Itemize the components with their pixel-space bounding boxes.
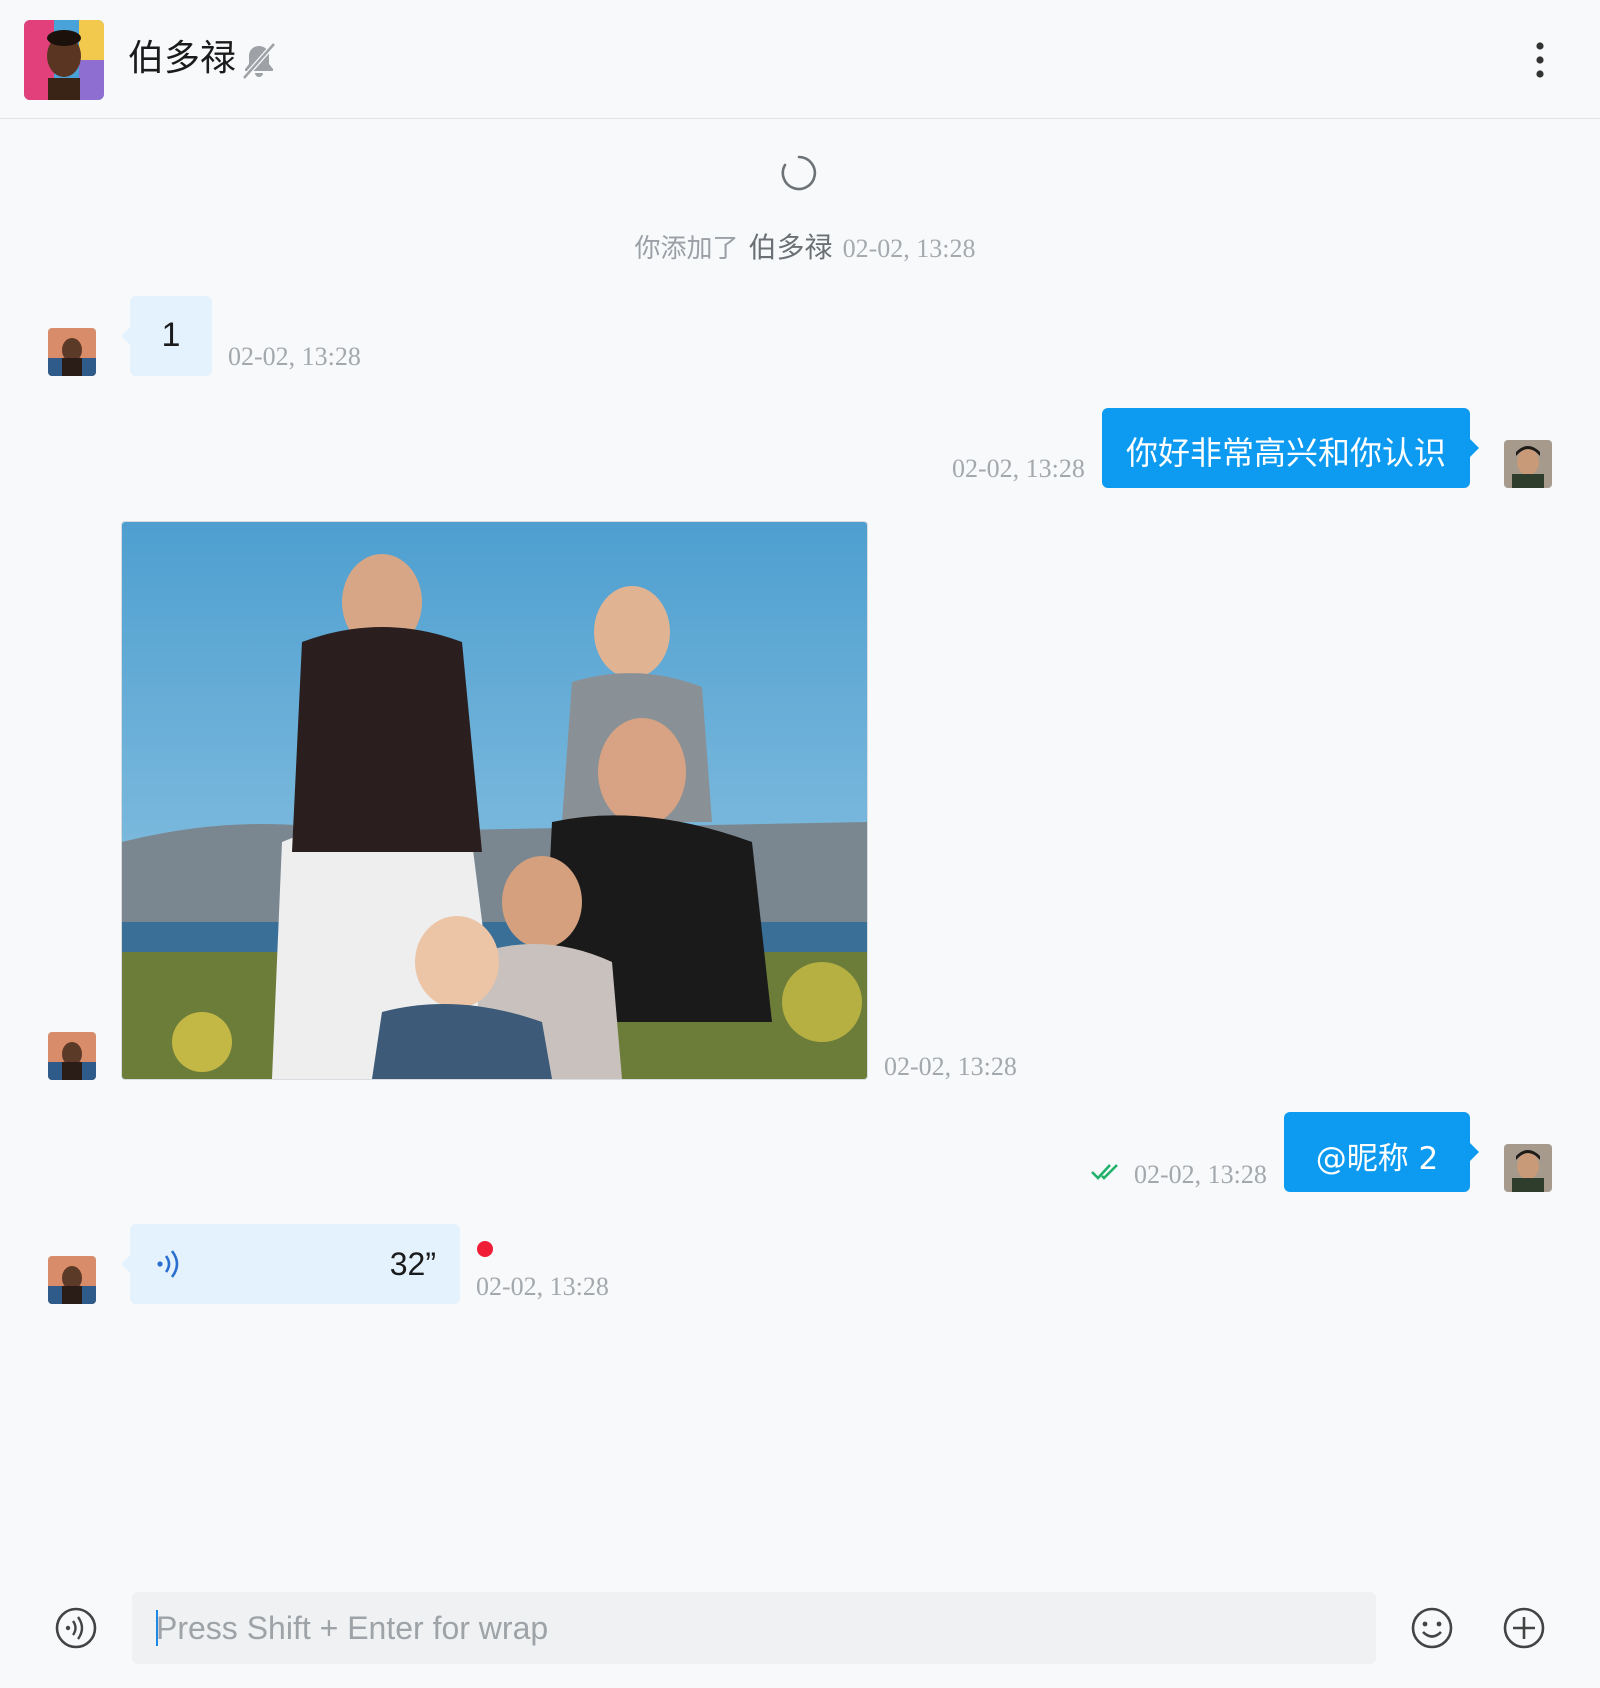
message-input[interactable] [132,1592,1376,1664]
add-circle-icon[interactable] [1502,1606,1546,1650]
message-time: 02-02, 13:28 [1134,1160,1267,1189]
message-time: 02-02, 13:28 [952,454,1085,483]
voice-duration: 32” [389,1246,436,1282]
voice-input-icon[interactable] [54,1606,98,1650]
message-input-box[interactable] [132,1592,1376,1664]
system-message-text: 你添加了 [634,234,739,264]
self-avatar[interactable] [1504,1144,1552,1192]
message-time: 02-02, 13:28 [228,342,361,371]
text-caret [156,1610,158,1646]
message-bubble[interactable]: 你好非常高兴和你认识 [1102,408,1479,488]
double-check-icon [1091,1164,1118,1180]
voice-wave-icon [157,1250,179,1278]
contact-avatar[interactable] [24,20,104,100]
sender-avatar[interactable] [48,328,96,376]
message-text: 你好非常高兴和你认识 [1125,434,1446,472]
more-vertical-icon[interactable] [1522,38,1558,82]
mute-bell-icon [242,42,276,80]
self-avatar[interactable] [1504,440,1552,488]
system-message-time: 02-02, 13:28 [842,234,976,263]
message-image[interactable] [121,521,868,1080]
sender-avatar[interactable] [48,1032,96,1080]
emoji-icon[interactable] [1410,1606,1454,1650]
sender-avatar[interactable] [48,1256,96,1304]
unplayed-dot [477,1241,493,1257]
chat-title: 伯多禄 [128,38,237,79]
message-time: 02-02, 13:28 [884,1052,1017,1081]
system-message: 你添加了 伯多禄 02-02, 13:28 [0,226,1600,266]
message-bubble[interactable]: 1 [121,296,212,376]
voice-message-bubble[interactable]: 32” [121,1224,460,1304]
message-bubble[interactable]: @昵称 2 [1284,1112,1479,1192]
loading-spinner-icon [781,155,817,191]
message-text: @昵称 2 [1315,1141,1439,1177]
message-time: 02-02, 13:28 [476,1272,609,1301]
message-text: 1 [161,316,181,354]
system-message-contact[interactable]: 伯多禄 [749,231,833,264]
chat-header: 伯多禄 [0,0,1600,119]
